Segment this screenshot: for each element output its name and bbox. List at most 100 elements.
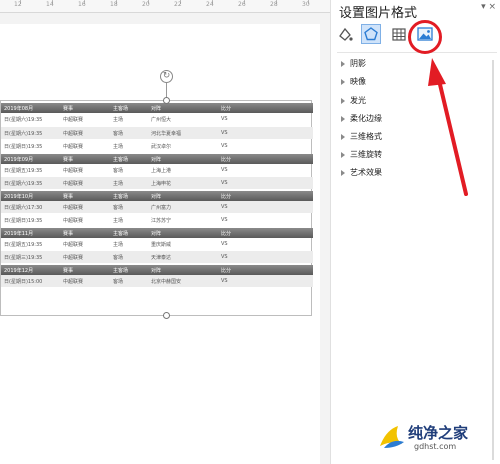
logo-text: 纯净之家 <box>408 424 469 442</box>
table-cell-opponent: 对阵 <box>151 156 162 163</box>
table-cell-score: VS <box>221 277 228 284</box>
section-3d-format[interactable]: 三维格式 <box>341 131 382 142</box>
section-3d-rotation[interactable]: 三维旋转 <box>341 149 382 160</box>
format-picture-panel: 设置图片格式 ▾ × 阴影 映像 发光 柔化边缘 三维格式 三维旋转 艺术效果 <box>330 0 500 464</box>
section-artistic-effects[interactable]: 艺术效果 <box>341 167 382 178</box>
table-cell-host: 客场 <box>113 278 124 285</box>
ruler-label: 26 <box>238 1 246 8</box>
table-row: 日(星期五)19:35 中超联赛 主场 重庆斯威 VS <box>1 238 313 250</box>
table-cell-league: 中超联赛 <box>63 167 84 174</box>
table-cell-league: 中超联赛 <box>63 181 84 187</box>
table-cell-opponent: 武汉卓尔 <box>151 144 172 150</box>
table-row: 日(星期六)19:35 中超联赛 客场 河北华夏幸福 VS <box>1 126 313 139</box>
table-cell-opponent: 广州富力 <box>151 204 172 211</box>
resize-handle-top[interactable] <box>163 97 170 104</box>
annotation-circle <box>408 20 442 54</box>
table-cell-league: 中超联赛 <box>63 218 84 224</box>
ruler-label: 12 <box>14 1 22 8</box>
ruler-label: 24 <box>206 1 214 8</box>
table-cell-date: 2019年11月 <box>4 230 34 237</box>
size-properties-icon[interactable] <box>389 24 409 44</box>
table-month-header: 2019年12月 赛事 主客场 对阵 比分 <box>1 264 313 275</box>
section-shadow[interactable]: 阴影 <box>341 58 366 69</box>
ruler-label: 18 <box>110 1 118 8</box>
table-month-header: 2019年09月 赛事 主客场 对阵 比分 <box>1 153 313 164</box>
table-cell-opponent: 对阵 <box>151 193 162 200</box>
table-cell-date: 日(星期日)19:35 <box>4 218 43 224</box>
table-row: 日(星期六)19:35 中超联赛 主场 上海申花 VS <box>1 177 313 189</box>
table-cell-host: 主客场 <box>113 230 129 237</box>
table-cell-host: 主场 <box>113 144 124 150</box>
fill-line-icon[interactable] <box>335 24 355 44</box>
table-cell-date: 日(星期六)19:35 <box>4 181 43 187</box>
table-cell-date: 2019年12月 <box>4 267 34 274</box>
table-cell-opponent: 对阵 <box>151 267 162 274</box>
table-cell-date: 2019年09月 <box>4 156 34 163</box>
table-cell-host: 主客场 <box>113 267 129 274</box>
table-cell-opponent: 天津泰达 <box>151 255 172 261</box>
table-cell-host: 主客场 <box>113 106 129 112</box>
table-cell-score: VS <box>221 129 228 136</box>
table-row: 日(星期日)15:00 中超联赛 客场 北京中赫国安 VS <box>1 274 313 287</box>
panel-controls[interactable]: ▾ × <box>481 2 496 12</box>
table-cell-host: 客场 <box>113 130 124 137</box>
table-row: 日(星期日)19:35 中超联赛 主场 武汉卓尔 VS <box>1 140 313 152</box>
table-cell-league: 赛事 <box>63 106 74 112</box>
table-cell-date: 日(星期六)19:35 <box>4 117 43 123</box>
table-cell-score: VS <box>221 180 228 186</box>
table-cell-opponent: 对阵 <box>151 106 162 112</box>
section-glow[interactable]: 发光 <box>341 95 366 106</box>
table-cell-league: 赛事 <box>63 156 74 163</box>
table-cell-league: 中超联赛 <box>63 117 84 123</box>
table-cell-league: 中超联赛 <box>63 130 84 137</box>
table-cell-league: 中超联赛 <box>63 278 84 285</box>
table-cell-score: VS <box>221 143 228 149</box>
watermark-logo: 纯净之家 gdhst.com <box>376 418 500 464</box>
table-cell-opponent: 广州恒大 <box>151 117 172 123</box>
table-cell-score: VS <box>221 203 228 210</box>
table-row: 日(星期五)19:35 中超联赛 客场 上海上港 VS <box>1 164 313 176</box>
ruler-label: 30 <box>302 1 310 8</box>
table-cell-score: VS <box>221 254 228 260</box>
table-cell-opponent: 重庆斯威 <box>151 241 172 248</box>
table-cell-score: VS <box>221 116 228 122</box>
ruler-label: 22 <box>174 1 182 8</box>
effects-icon[interactable] <box>361 24 381 44</box>
table-cell-opponent: 江苏苏宁 <box>151 218 172 224</box>
ruler-label: 20 <box>142 1 150 8</box>
section-soft-edges[interactable]: 柔化边缘 <box>341 113 382 124</box>
table-cell-date: 2019年08月 <box>4 106 34 112</box>
rotate-handle-icon[interactable]: ↻ <box>160 70 173 83</box>
table-cell-date: 日(星期五)19:35 <box>4 241 43 248</box>
resize-handle-bottom[interactable] <box>163 312 170 319</box>
table-cell-host: 主客场 <box>113 193 129 200</box>
table-cell-league: 中超联赛 <box>63 255 84 261</box>
table-cell-score: 比分 <box>221 106 232 112</box>
table-cell-league: 中超联赛 <box>63 144 84 150</box>
rotate-handle-line <box>166 83 167 98</box>
table-cell-league: 中超联赛 <box>63 241 84 248</box>
table-cell-score: VS <box>221 240 228 247</box>
logo-url: gdhst.com <box>414 442 457 451</box>
table-cell-score: 比分 <box>221 193 232 200</box>
table-month-header: 2019年10月 赛事 主客场 对阵 比分 <box>1 190 313 201</box>
table-cell-league: 赛事 <box>63 193 74 200</box>
ruler-label: 14 <box>46 1 54 8</box>
panel-scrollbar[interactable] <box>490 60 496 460</box>
table-cell-host: 主场 <box>113 218 124 224</box>
selected-picture[interactable]: 2019年08月 赛事 主客场 对阵 比分 日(星期六)19:35 中超联赛 主场 广州恒大 VS… <box>0 100 313 316</box>
table-cell-host: 主场 <box>113 241 124 248</box>
horizontal-ruler: 12 14 16 18 20 22 24 26 28 30 <box>0 0 330 13</box>
table-cell-opponent: 河北华夏幸福 <box>151 130 182 137</box>
section-reflection[interactable]: 映像 <box>341 76 366 87</box>
table-cell-score: VS <box>221 166 228 173</box>
table-cell-host: 客场 <box>113 204 124 211</box>
table-cell-host: 主客场 <box>113 156 129 163</box>
table-cell-league: 赛事 <box>63 230 74 237</box>
table-row: 日(星期日)19:35 中超联赛 主场 江苏苏宁 VS <box>1 214 313 226</box>
document-area[interactable]: 12 14 16 18 20 22 24 26 28 30 ↻ 2019年08月… <box>0 0 330 464</box>
table-month-header: 2019年08月 赛事 主客场 对阵 比分 <box>1 103 313 113</box>
table-cell-host: 客场 <box>113 167 124 174</box>
table-cell-league: 中超联赛 <box>63 204 84 211</box>
table-cell-score: 比分 <box>221 230 232 237</box>
